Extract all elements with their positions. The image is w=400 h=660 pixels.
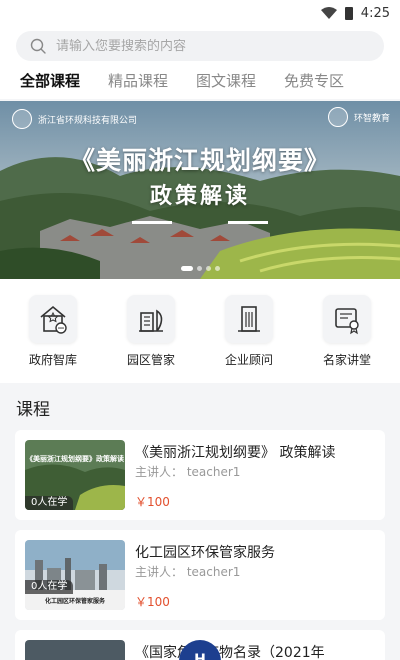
education-logo-icon (327, 107, 348, 127)
carousel-dot[interactable] (196, 266, 202, 271)
quick-link-label: 企业顾问 (224, 352, 273, 367)
course-tabs: 全部课程 精品课程 图文课程 免费专区 (16, 61, 384, 99)
banner-org-right-label: 环智教育 (353, 113, 390, 124)
course-speaker: 主讲人： teacher1 (135, 465, 241, 479)
quick-link-park-steward[interactable]: 园区管家 (106, 294, 196, 368)
course-title: 化工园区环保管家服务 (135, 545, 275, 558)
quick-link-label: 名家讲堂 (322, 352, 371, 367)
course-info: 化工园区环保管家服务 主讲人： teacher1 ￥100 (135, 540, 375, 610)
course-info: 《美丽浙江规划纲要》 政策解读 主讲人： teacher1 ￥100 (135, 440, 375, 510)
banner-org-logo-left: 浙江省环规科技有限公司 (12, 109, 137, 129)
gov-house-icon (29, 294, 77, 343)
header: 全部课程 精品课程 图文课程 免费专区 (0, 26, 400, 99)
course-thumbnail (25, 640, 125, 660)
course-card[interactable]: 《美丽浙江规划纲要》政策解读 0人在学 《美丽浙江规划纲要》 政策解读 主讲人：… (15, 430, 385, 520)
course-price: ￥100 (135, 595, 170, 609)
quick-link-gov-think-tank[interactable]: 政府智库 (8, 294, 98, 368)
status-bar: 4:25 (0, 0, 400, 26)
course-card[interactable]: 化工园区环保管家服务 0人在学 化工园区环保管家服务 主讲人： teacher1… (15, 530, 385, 620)
carousel-dot-active[interactable] (180, 266, 193, 271)
tab-article-courses[interactable]: 图文课程 (196, 70, 256, 91)
search-bar[interactable] (16, 31, 384, 61)
search-input[interactable] (56, 38, 356, 54)
carousel-dot[interactable] (205, 266, 211, 271)
company-logo-icon (12, 109, 32, 129)
course-info: 《国家危险废物名录（2021年 (135, 640, 375, 660)
quick-links: 政府智库 园区管家 企业顾问 名家讲堂 (0, 279, 400, 383)
quick-link-expert-lecture[interactable]: 名家讲堂 (302, 294, 392, 368)
learner-count-badge: 0人在学 (25, 496, 74, 510)
office-tower-icon (225, 294, 273, 343)
wifi-icon (320, 7, 337, 19)
banner-divider-left (132, 221, 172, 224)
tab-premium-courses[interactable]: 精品课程 (108, 70, 168, 91)
course-thumbnail: 《美丽浙江规划纲要》政策解读 0人在学 (25, 440, 125, 510)
promo-banner[interactable]: 浙江省环规科技有限公司 环智教育 《美丽浙江规划纲要》 政策解读 (0, 101, 400, 279)
tab-all-courses[interactable]: 全部课程 (20, 70, 80, 91)
banner-org-logo-right: 环智教育 (327, 107, 390, 127)
status-time: 4:25 (360, 5, 390, 21)
carousel-indicator (0, 266, 400, 271)
course-title: 《国家危险废物名录（2021年 (135, 645, 325, 660)
quick-link-label: 政府智库 (28, 352, 77, 367)
banner-subtitle: 政策解读 (149, 183, 250, 209)
battery-icon (344, 6, 353, 20)
quick-link-enterprise-advisor[interactable]: 企业顾问 (204, 294, 294, 368)
learner-count-badge: 0人在学 (25, 580, 74, 594)
certificate-icon (323, 294, 371, 343)
carousel-dot[interactable] (214, 266, 220, 271)
quick-link-label: 园区管家 (126, 352, 175, 367)
banner-divider-right (228, 221, 268, 224)
banner-title: 《美丽浙江规划纲要》 (69, 146, 330, 175)
park-building-icon (127, 294, 175, 343)
search-icon (30, 38, 46, 54)
course-price: ￥100 (135, 495, 170, 509)
course-thumbnail: 化工园区环保管家服务 0人在学 (25, 540, 125, 610)
tab-free-zone[interactable]: 免费专区 (284, 70, 344, 91)
thumbnail-caption: 《美丽浙江规划纲要》政策解读 (26, 454, 124, 463)
thumbnail-caption: 化工园区环保管家服务 (44, 598, 105, 605)
banner-org-left-label: 浙江省环规科技有限公司 (38, 115, 138, 126)
section-title-courses: 课程 (16, 400, 50, 420)
course-speaker: 主讲人： teacher1 (135, 565, 241, 579)
course-title: 《美丽浙江规划纲要》 政策解读 (135, 445, 336, 458)
